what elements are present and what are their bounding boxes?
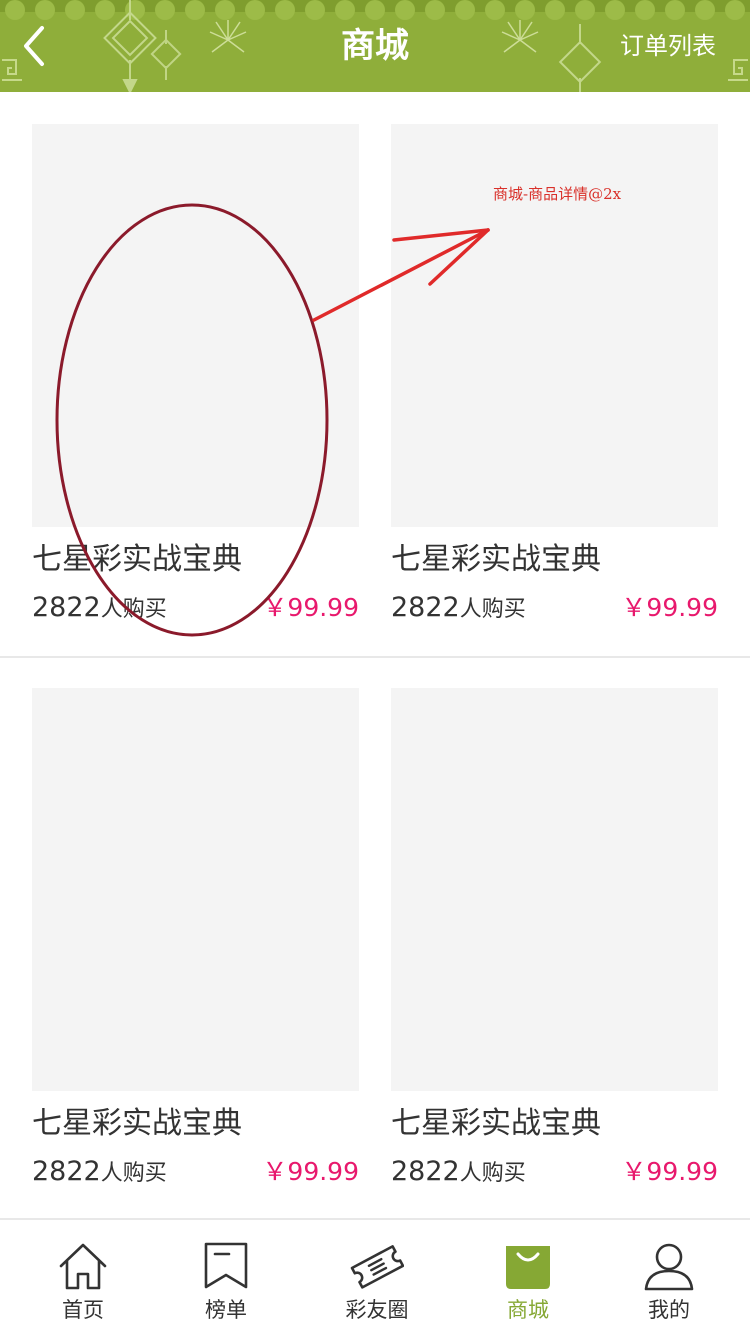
nav-bar: 商城 订单列表	[0, 0, 750, 92]
product-sales: 2822人购买	[391, 1154, 526, 1192]
back-arrow-icon[interactable]	[10, 18, 58, 74]
product-name: 七星彩实战宝典	[391, 1106, 601, 1141]
product-sales: 2822人购买	[32, 1154, 167, 1192]
ticket-icon	[350, 1245, 404, 1289]
sales-unit: 人购买	[100, 1161, 167, 1186]
annotation-note: 商城-商品详情@2x	[493, 185, 622, 203]
tab-lottery-circle[interactable]: 彩友圈	[302, 1220, 452, 1334]
shopping-bag-icon	[506, 1246, 550, 1289]
product-row: 七星彩实战宝典 2822人购买 ￥99.99 七星彩实战宝典 2822人购买 ￥…	[0, 656, 750, 1220]
tab-label: 商城	[507, 1298, 549, 1322]
user-icon	[644, 1243, 694, 1291]
sales-count: 2822	[32, 1156, 101, 1187]
product-name: 七星彩实战宝典	[391, 542, 601, 577]
sales-count: 2822	[391, 592, 460, 623]
product-sales: 2822人购买	[391, 590, 526, 628]
tab-label: 彩友圈	[345, 1298, 409, 1322]
product-price: ￥99.99	[621, 1157, 718, 1186]
product-price: ￥99.99	[621, 593, 718, 622]
product-name: 七星彩实战宝典	[32, 542, 242, 577]
product-image[interactable]	[32, 124, 359, 527]
sales-unit: 人购买	[459, 597, 526, 622]
product-price: ￥99.99	[262, 1157, 359, 1186]
tab-label: 榜单	[205, 1298, 247, 1322]
tab-mine[interactable]: 我的	[594, 1220, 744, 1334]
order-list-button[interactable]: 订单列表	[620, 28, 716, 64]
product-image[interactable]	[32, 688, 359, 1091]
sales-unit: 人购买	[100, 597, 167, 622]
product-sales: 2822人购买	[32, 590, 167, 628]
tab-bar: 首页 榜单 彩友圈 商城 我的	[0, 1220, 750, 1334]
sales-unit: 人购买	[459, 1161, 526, 1186]
ranking-icon	[204, 1242, 248, 1289]
home-icon	[59, 1243, 107, 1290]
product-row: 七星彩实战宝典 2822人购买 ￥99.99 七星彩实战宝典 2822人购买 ￥…	[0, 92, 750, 658]
tab-ranking[interactable]: 榜单	[151, 1220, 301, 1334]
product-name: 七星彩实战宝典	[32, 1106, 242, 1141]
product-price: ￥99.99	[262, 593, 359, 622]
tab-home[interactable]: 首页	[8, 1220, 158, 1334]
sales-count: 2822	[32, 592, 101, 623]
tab-label: 我的	[648, 1298, 690, 1322]
product-image[interactable]	[391, 688, 718, 1091]
tab-mall[interactable]: 商城	[453, 1220, 603, 1334]
sales-count: 2822	[391, 1156, 460, 1187]
tab-label: 首页	[62, 1298, 104, 1322]
